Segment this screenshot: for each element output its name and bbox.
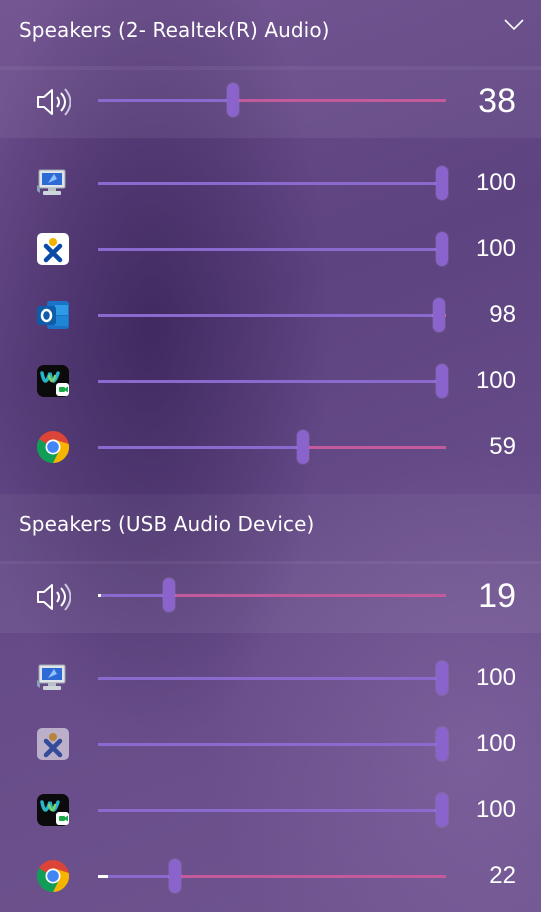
device-header-realtek[interactable]: Speakers (2- Realtek(R) Audio) <box>0 0 541 70</box>
chrome-icon[interactable] <box>35 858 71 894</box>
webex-icon[interactable] <box>35 792 71 828</box>
app-volume-value: 100 <box>475 367 516 394</box>
app-volume-track[interactable] <box>98 875 446 878</box>
app-volume-track[interactable] <box>98 446 446 449</box>
app-volume-value: 100 <box>475 235 516 262</box>
chevron-down-icon[interactable] <box>503 18 525 32</box>
device-title: Speakers (2- Realtek(R) Audio) <box>19 18 330 42</box>
peak-meter <box>98 594 101 597</box>
app-volume-value: 98 <box>489 301 516 328</box>
outlook-icon[interactable] <box>35 297 71 333</box>
app-volume-thumb[interactable] <box>169 859 181 893</box>
master-volume-value: 38 <box>478 82 516 120</box>
app-volume-row: 100 <box>0 348 541 414</box>
nextcloud-icon[interactable] <box>35 726 71 762</box>
master-volume-thumb[interactable] <box>163 578 175 612</box>
app-volume-value: 100 <box>475 730 516 757</box>
app-volume-row: 100 <box>0 645 541 711</box>
app-volume-value: 100 <box>475 796 516 823</box>
app-volume-row: 22 <box>0 843 541 909</box>
master-volume-row-realtek: 38 <box>0 66 541 138</box>
app-volume-value: 22 <box>489 862 516 889</box>
device-header-usb[interactable]: Speakers (USB Audio Device) <box>0 494 541 564</box>
master-volume-row-usb: 19 <box>0 561 541 633</box>
speaker-icon[interactable] <box>35 579 71 615</box>
app-volume-track[interactable] <box>98 677 446 680</box>
system-sounds-icon[interactable] <box>35 165 71 201</box>
app-volume-value: 100 <box>475 664 516 691</box>
app-volume-thumb[interactable] <box>297 430 309 464</box>
app-volume-row: 100 <box>0 216 541 282</box>
app-volume-row: 100 <box>0 150 541 216</box>
peak-meter <box>98 875 108 878</box>
master-volume-track[interactable] <box>98 99 446 102</box>
master-volume-track[interactable] <box>98 594 446 597</box>
master-volume-value: 19 <box>478 577 516 615</box>
app-volume-track[interactable] <box>98 380 446 383</box>
app-volume-row: 59 <box>0 414 541 480</box>
nextcloud-icon[interactable] <box>35 231 71 267</box>
app-volume-track[interactable] <box>98 809 446 812</box>
app-volume-track[interactable] <box>98 314 446 317</box>
app-volume-value: 100 <box>475 169 516 196</box>
chrome-icon[interactable] <box>35 429 71 465</box>
speaker-icon[interactable] <box>35 84 71 120</box>
app-volume-track[interactable] <box>98 248 446 251</box>
app-volume-track[interactable] <box>98 182 446 185</box>
webex-icon[interactable] <box>35 363 71 399</box>
app-volume-track[interactable] <box>98 743 446 746</box>
app-volume-row: 98 <box>0 282 541 348</box>
app-volume-value: 59 <box>489 433 516 460</box>
device-title: Speakers (USB Audio Device) <box>19 512 315 536</box>
app-volume-row: 100 <box>0 711 541 777</box>
app-volume-row: 100 <box>0 777 541 843</box>
system-sounds-icon[interactable] <box>35 660 71 696</box>
master-volume-thumb[interactable] <box>227 83 239 117</box>
